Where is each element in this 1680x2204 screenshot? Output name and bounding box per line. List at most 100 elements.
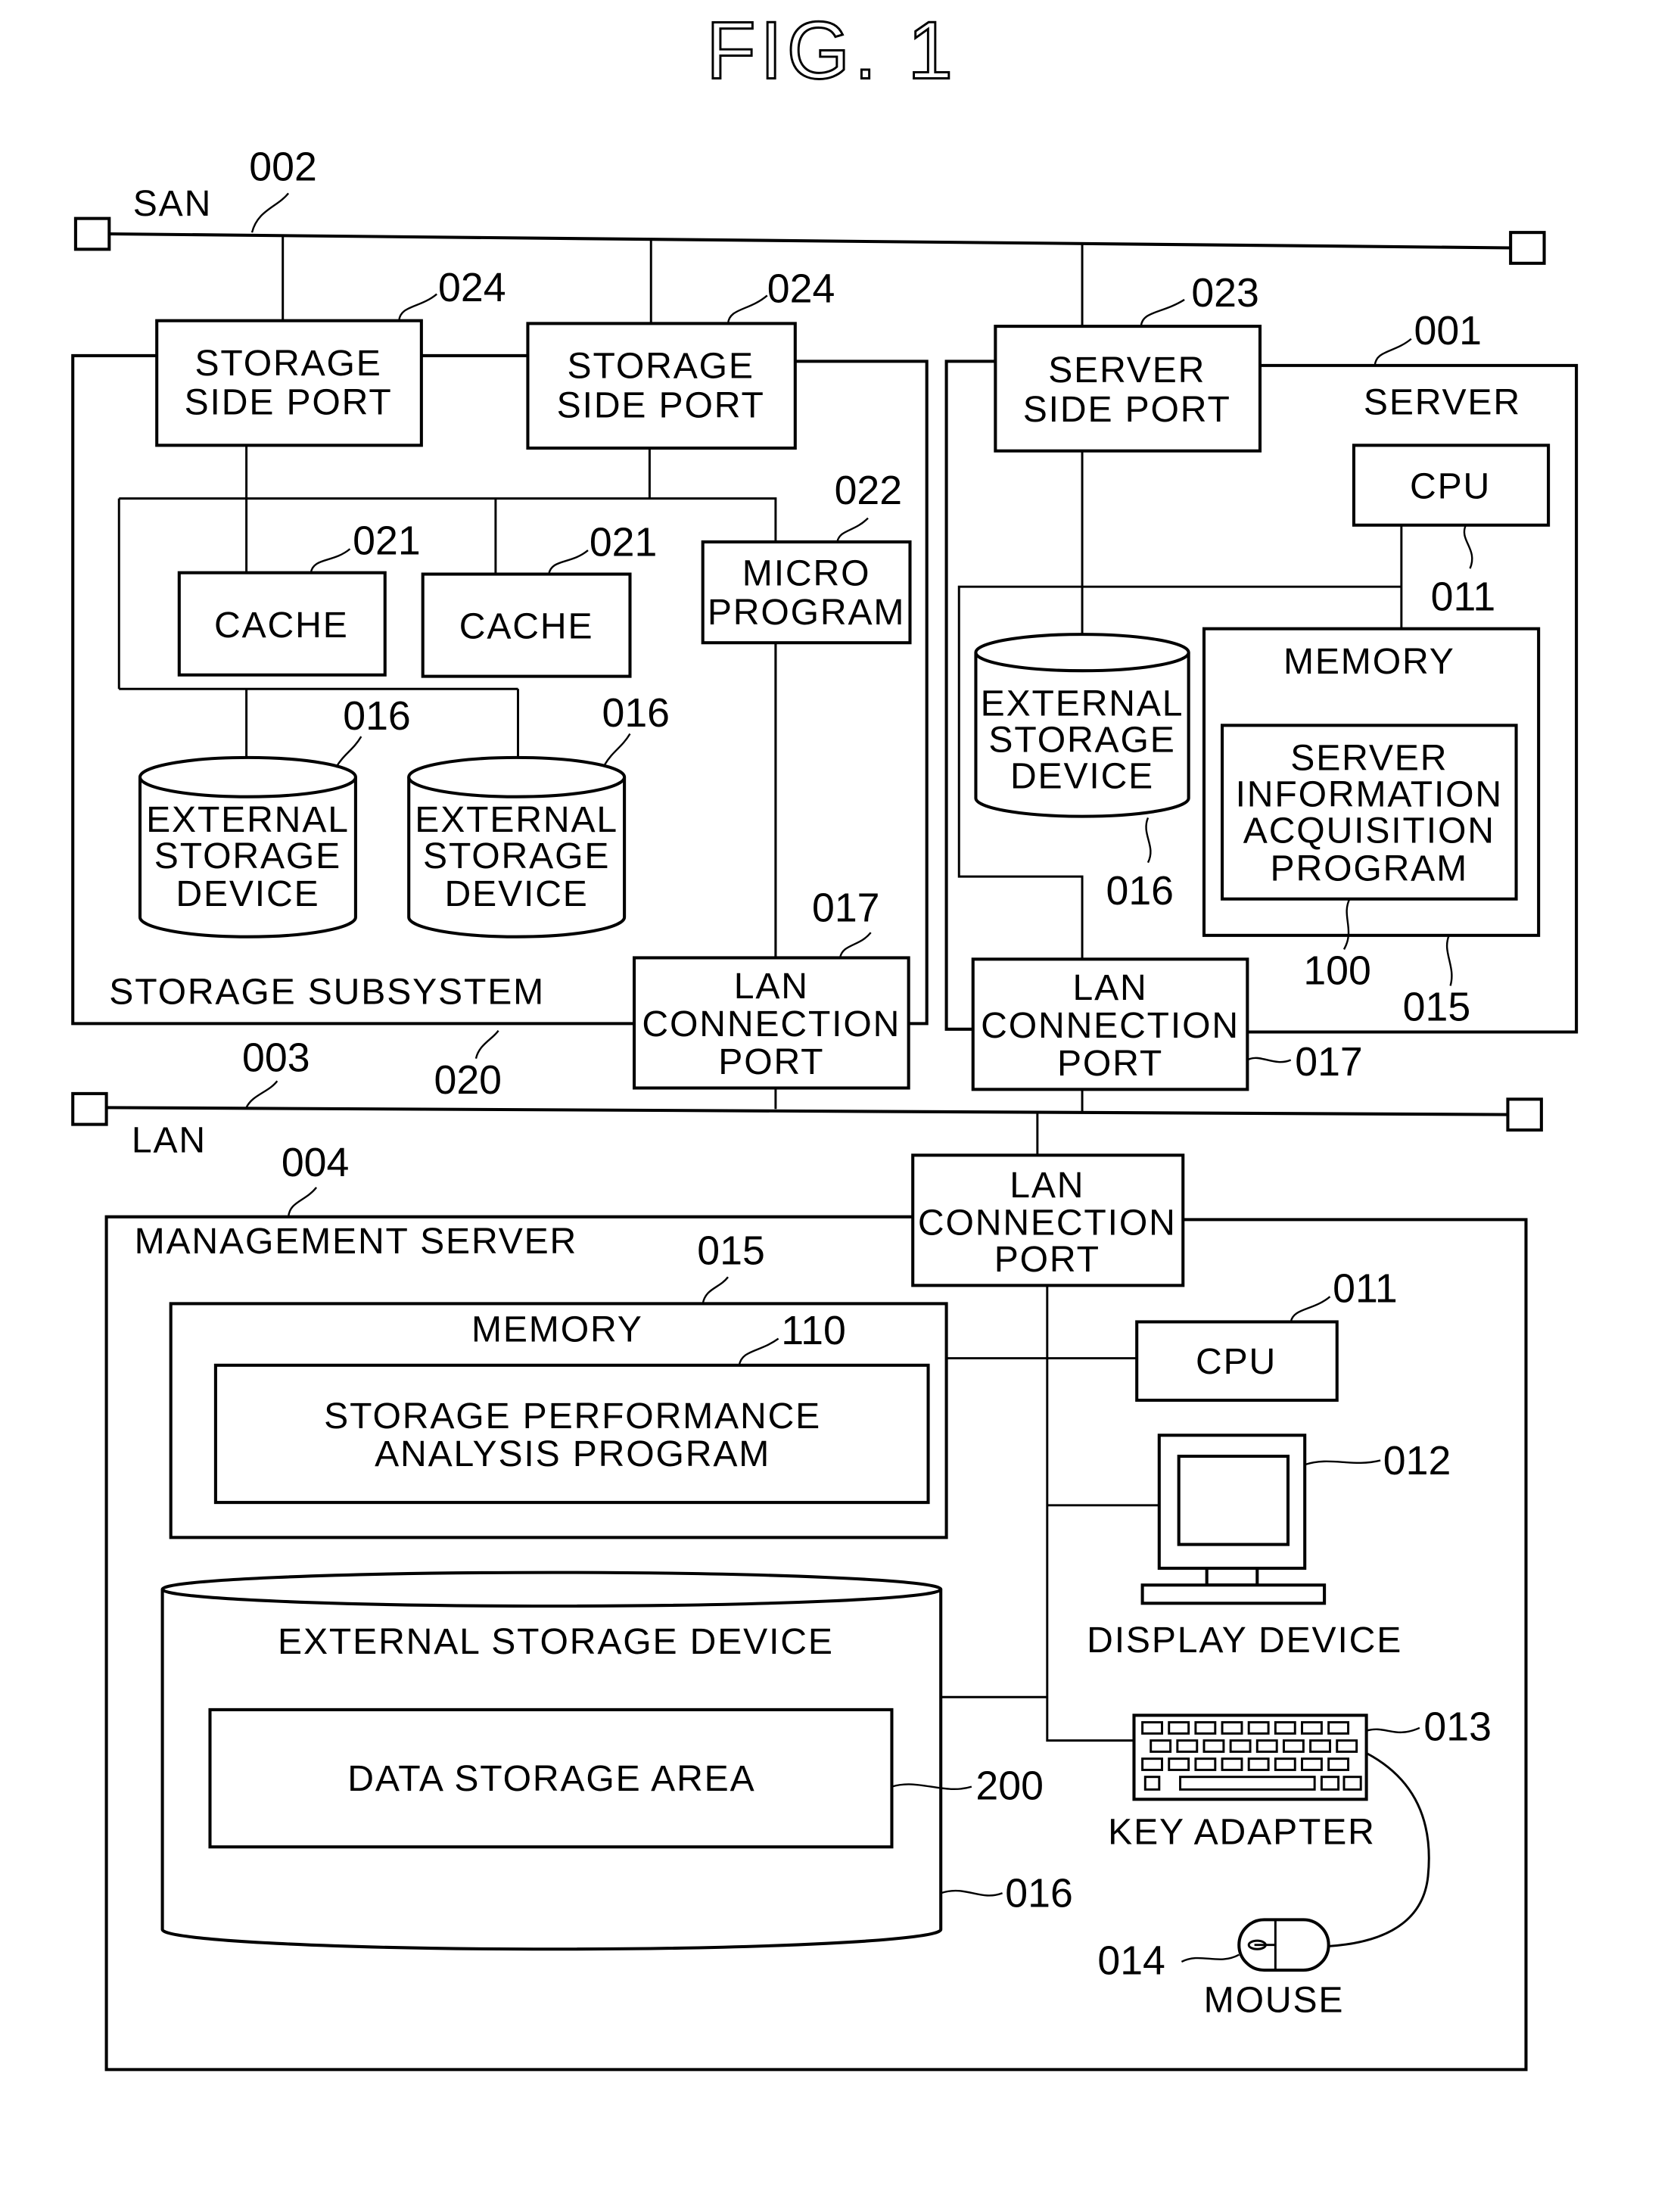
cache-1-label: CACHE (214, 605, 349, 646)
mouse-icon (1237, 1918, 1330, 1972)
mouse: MOUSE 014 (1097, 1918, 1345, 2021)
server-program-line2: INFORMATION (1236, 774, 1503, 815)
lan-line (106, 1106, 1508, 1116)
data-storage-area-ref: 200 (975, 1763, 1044, 1808)
management-cpu-leader (1290, 1296, 1331, 1322)
cache-2-ref: 021 (590, 520, 658, 565)
management-external-storage-label: EXTERNAL STORAGE DEVICE (278, 1621, 834, 1662)
server-disk-line3: DEVICE (1010, 756, 1154, 797)
cache-2-label: CACHE (459, 606, 594, 647)
server: SERVER 001 SERVER SIDE PORT 023 CPU 011 … (944, 270, 1579, 1112)
server-side-port-line2: SIDE PORT (1023, 389, 1231, 430)
management-server-ref: 004 (282, 1140, 349, 1185)
server-program-ref: 100 (1303, 948, 1371, 994)
storage-lan-port-line2: CONNECTION (642, 1004, 901, 1044)
management-server-label: MANAGEMENT SERVER (135, 1221, 578, 1262)
management-external-storage-ref: 016 (1005, 1871, 1072, 1916)
server-program-line1: SERVER (1290, 738, 1448, 779)
server-program-line3: ACQUISITION (1243, 811, 1495, 851)
micro-program-leader (836, 517, 869, 543)
management-internal-bus (1046, 1285, 1137, 1742)
storage-side-port-1-line2: SIDE PORT (185, 382, 393, 423)
server-program-line4: PROGRAM (1271, 848, 1468, 889)
storage-side-port-1-ref: 024 (438, 265, 506, 310)
storage-disk-1: EXTERNAL STORAGE DEVICE 016 (138, 693, 411, 939)
storage-side-port-2-ref: 024 (767, 266, 835, 312)
storage-subsystem-leader (474, 1029, 499, 1059)
management-lan-port-line2: CONNECTION (918, 1203, 1177, 1244)
server-side-port-leader (1140, 298, 1185, 327)
cache-1-ref: 021 (353, 518, 421, 564)
storage-side-port-1-line1: STORAGE (194, 343, 381, 384)
management-memory-label: MEMORY (471, 1309, 643, 1349)
analysis-program-line1: STORAGE PERFORMANCE (324, 1396, 821, 1437)
storage-subsystem-ref: 020 (434, 1057, 502, 1103)
server-side-port-line1: SERVER (1048, 350, 1206, 391)
monitor-screen (1177, 1455, 1290, 1546)
management-lan-port-line1: LAN (1010, 1165, 1084, 1206)
lan-ref: 003 (242, 1035, 310, 1080)
storage-subsystem: STORAGE SUBSYSTEM 020 STORAGE SIDE PORT … (71, 265, 929, 1110)
management-lan-port-line3: PORT (994, 1239, 1100, 1280)
micro-program-line2: PROGRAM (708, 592, 905, 633)
storage-disk-1-line1: EXTERNAL (146, 799, 350, 840)
analysis-program-ref: 110 (781, 1308, 846, 1353)
key-adapter-ref: 013 (1423, 1704, 1492, 1750)
server-disk: EXTERNAL STORAGE DEVICE 016 (974, 633, 1190, 914)
storage-side-port-1-leader (398, 293, 437, 321)
storage-disk-1-ref: 016 (343, 693, 410, 739)
storage-disk-1-line3: DEVICE (176, 873, 319, 914)
mouse-label: MOUSE (1204, 1980, 1345, 2021)
san-terminator-right (1509, 231, 1546, 265)
storage-disk-2: EXTERNAL STORAGE DEVICE 016 (407, 690, 670, 939)
storage-lan-port-leader (838, 932, 872, 958)
san-line (109, 232, 1511, 250)
server-ref: 001 (1414, 308, 1482, 353)
lan-terminator-right (1506, 1097, 1543, 1132)
server-lan-port-leader (1246, 1057, 1292, 1063)
monitor-base (1140, 1583, 1327, 1605)
server-side-port-ref: 023 (1191, 270, 1259, 316)
storage-disk-1-line2: STORAGE (154, 836, 341, 876)
lan-leader (245, 1080, 278, 1108)
server-lan-port-line2: CONNECTION (981, 1005, 1240, 1046)
display-device-leader (1304, 1459, 1381, 1466)
storage-lan-port-line1: LAN (734, 966, 809, 1007)
cache-1-leader (310, 548, 351, 574)
data-storage-area-label: DATA STORAGE AREA (347, 1758, 755, 1799)
management-cpu-label: CPU (1196, 1341, 1277, 1382)
management-external-storage-leader (940, 1889, 1003, 1897)
key-adapter: KEY ADAPTER 013 (1108, 1704, 1492, 1948)
server-memory-leader (1445, 935, 1453, 986)
display-device-ref: 012 (1383, 1438, 1451, 1483)
storage-side-port-2-leader (726, 294, 768, 324)
server-disk-ref: 016 (1106, 868, 1174, 914)
server-label: SERVER (1364, 382, 1521, 423)
management-cpu-ref: 011 (1333, 1266, 1398, 1312)
server-memory-label: MEMORY (1283, 641, 1455, 682)
monitor-neck (1205, 1567, 1259, 1587)
server-cpu-label: CPU (1410, 466, 1491, 507)
san-leader (250, 192, 290, 233)
display-device: DISPLAY DEVICE 012 (1087, 1434, 1451, 1661)
server-cpu-leader (1463, 525, 1473, 569)
management-server-leader (287, 1187, 318, 1217)
key-adapter-leader (1366, 1726, 1420, 1734)
storage-side-port-2-line1: STORAGE (568, 346, 754, 387)
san-terminator-left (73, 216, 111, 251)
server-lan-port-ref: 017 (1295, 1039, 1363, 1085)
management-memory-leader (702, 1276, 729, 1304)
san-label: SAN (133, 183, 212, 224)
storage-side-port-2-line2: SIDE PORT (557, 384, 765, 425)
management-memory-ref: 015 (697, 1228, 765, 1274)
lan-terminator-left (71, 1091, 108, 1126)
micro-program-line1: MICRO (742, 553, 871, 593)
san-ref: 002 (249, 145, 317, 190)
server-memory-ref: 015 (1403, 985, 1471, 1030)
lan-label: LAN (132, 1120, 207, 1161)
mouse-ref: 014 (1097, 1938, 1165, 1984)
mouse-leader (1181, 1953, 1240, 1963)
server-lan-port-line1: LAN (1072, 967, 1147, 1008)
figure-title: FIG. 1 (706, 5, 957, 96)
storage-disk-2-line2: STORAGE (423, 836, 610, 876)
